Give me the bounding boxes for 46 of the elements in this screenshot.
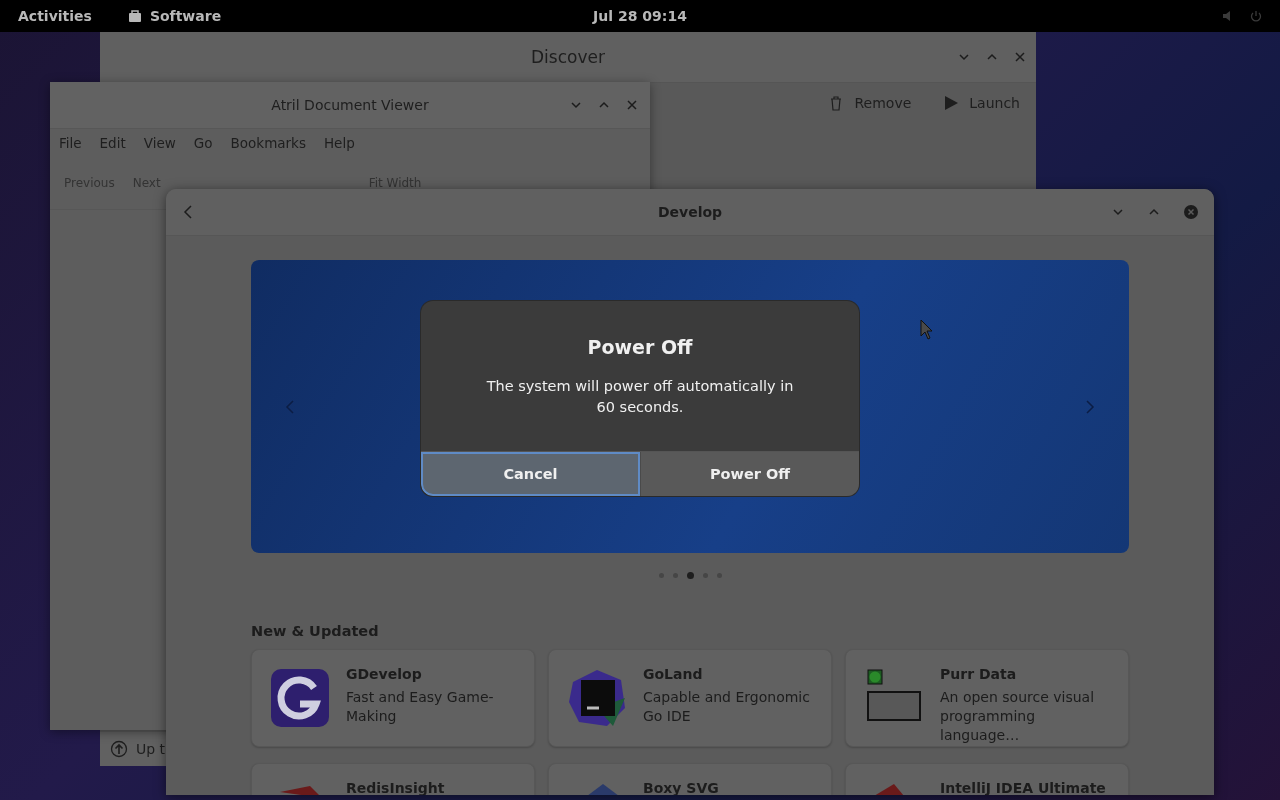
dialog-message: The system will power off automatically in 60 seconds. (485, 377, 795, 417)
close-icon[interactable] (626, 99, 638, 111)
mouse-pointer-icon (920, 319, 933, 340)
minimize-icon[interactable] (570, 99, 582, 111)
app-card[interactable]: GoLand Capable and Ergonomic Go IDE (548, 649, 832, 747)
back-icon[interactable] (182, 205, 194, 219)
carousel-dot[interactable] (686, 571, 694, 579)
power-icon[interactable] (1250, 10, 1262, 22)
app-summary: Capable and Ergonomic Go IDE (643, 688, 811, 726)
play-icon (943, 95, 960, 111)
clock[interactable]: Jul 28 09:14 (593, 8, 687, 24)
menu-item[interactable]: Bookmarks (221, 135, 315, 151)
app-card[interactable]: IntelliJ IDEA Ultimate (845, 763, 1129, 795)
app-name: Purr Data (940, 666, 1018, 682)
power-off-button[interactable]: Power Off (640, 452, 859, 496)
bag-icon (127, 9, 142, 23)
app-card[interactable]: GDevelop Fast and Easy Game-Making (251, 649, 535, 747)
app-summary: An open source visual programming language… (940, 688, 1096, 745)
status-text: Up t (136, 741, 166, 757)
minimize-icon[interactable] (1112, 206, 1124, 218)
window-title: Atril Document Viewer (271, 97, 429, 113)
upload-icon (110, 740, 128, 758)
app-name: GDevelop (346, 666, 423, 682)
app-icon (567, 668, 627, 728)
window-title: Discover (531, 47, 605, 67)
window-title: Develop (657, 204, 723, 220)
app-icon (270, 668, 330, 728)
app-name: IntelliJ IDEA Ultimate (940, 780, 1106, 795)
section-heading: New & Updated (251, 623, 380, 639)
close-icon[interactable] (1014, 51, 1026, 63)
dialog-title: Power Off (586, 336, 694, 358)
menu-item[interactable]: Help (314, 135, 364, 151)
menu-item[interactable]: Edit (90, 135, 135, 151)
minimize-icon[interactable] (958, 51, 970, 63)
menu-item[interactable]: Go (184, 135, 222, 151)
app-card[interactable]: Purr Data An open source visual programming language… (845, 649, 1129, 747)
activities-button[interactable]: Activities (18, 8, 92, 24)
app-name: GoLand (643, 666, 704, 682)
menu-item[interactable]: File (50, 135, 91, 151)
launch-button[interactable]: Launch (937, 94, 1026, 112)
app-summary: Fast and Easy Game-Making (346, 688, 495, 726)
menu-item[interactable]: View (134, 135, 185, 151)
app-menu[interactable]: Software (127, 8, 222, 24)
cancel-button[interactable]: Cancel (421, 452, 640, 496)
close-icon[interactable] (1184, 205, 1198, 219)
remove-button[interactable]: Remove (822, 94, 918, 112)
